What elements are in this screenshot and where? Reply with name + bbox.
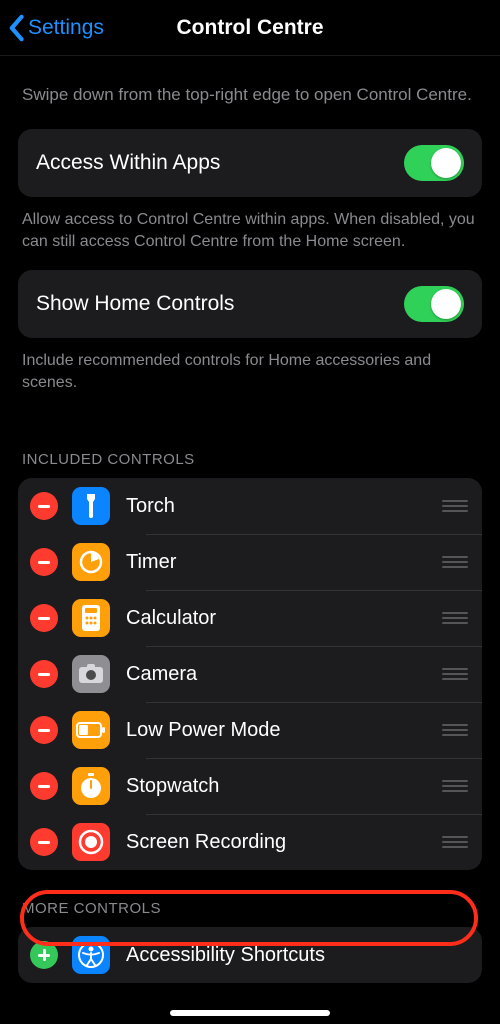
row-label: Screen Recording	[126, 831, 286, 854]
accessibility-icon	[72, 936, 110, 974]
add-button[interactable]	[30, 941, 58, 969]
drag-handle[interactable]	[442, 612, 468, 624]
timer-icon	[72, 543, 110, 581]
remove-button[interactable]	[30, 492, 58, 520]
chevron-left-icon	[6, 14, 26, 42]
drag-handle[interactable]	[442, 556, 468, 568]
included-header: INCLUDED CONTROLS	[18, 411, 482, 478]
show-home-controls-row: Show Home Controls	[18, 270, 482, 338]
row-screen-recording: Screen Recording	[18, 814, 482, 870]
drag-handle[interactable]	[442, 724, 468, 736]
intro-text: Swipe down from the top-right edge to op…	[18, 56, 482, 129]
row-camera: Camera	[18, 646, 482, 702]
row-label: Stopwatch	[126, 775, 219, 798]
camera-icon	[72, 655, 110, 693]
row-accessibility-shortcuts: Accessibility Shortcuts	[18, 927, 482, 983]
row-label: Calculator	[126, 607, 216, 630]
remove-button[interactable]	[30, 660, 58, 688]
row-torch: Torch	[18, 478, 482, 534]
access-label: Access Within Apps	[36, 151, 220, 175]
calculator-icon	[72, 599, 110, 637]
included-list: Torch Timer Calculator Camera	[18, 478, 482, 870]
row-low-power-mode: Low Power Mode	[18, 702, 482, 758]
home-footer: Include recommended controls for Home ac…	[18, 338, 482, 411]
remove-button[interactable]	[30, 604, 58, 632]
drag-handle[interactable]	[442, 668, 468, 680]
access-within-apps-row: Access Within Apps	[18, 129, 482, 197]
home-label: Show Home Controls	[36, 292, 234, 316]
home-indicator[interactable]	[170, 1010, 330, 1016]
stopwatch-icon	[72, 767, 110, 805]
row-label: Accessibility Shortcuts	[126, 944, 325, 967]
row-stopwatch: Stopwatch	[18, 758, 482, 814]
torch-icon	[72, 487, 110, 525]
row-label: Torch	[126, 495, 175, 518]
row-label: Camera	[126, 663, 197, 686]
more-header: MORE CONTROLS	[18, 870, 482, 927]
drag-handle[interactable]	[442, 836, 468, 848]
remove-button[interactable]	[30, 548, 58, 576]
drag-handle[interactable]	[442, 500, 468, 512]
row-label: Low Power Mode	[126, 719, 281, 742]
navbar: Settings Control Centre	[0, 0, 500, 56]
home-toggle[interactable]	[404, 286, 464, 322]
remove-button[interactable]	[30, 716, 58, 744]
remove-button[interactable]	[30, 828, 58, 856]
back-label: Settings	[28, 16, 104, 40]
drag-handle[interactable]	[442, 780, 468, 792]
back-button[interactable]: Settings	[0, 14, 104, 42]
row-label: Timer	[126, 551, 176, 574]
more-list: Accessibility Shortcuts	[18, 927, 482, 983]
row-timer: Timer	[18, 534, 482, 590]
access-footer: Allow access to Control Centre within ap…	[18, 197, 482, 270]
row-calculator: Calculator	[18, 590, 482, 646]
remove-button[interactable]	[30, 772, 58, 800]
record-icon	[72, 823, 110, 861]
access-toggle[interactable]	[404, 145, 464, 181]
battery-icon	[72, 711, 110, 749]
